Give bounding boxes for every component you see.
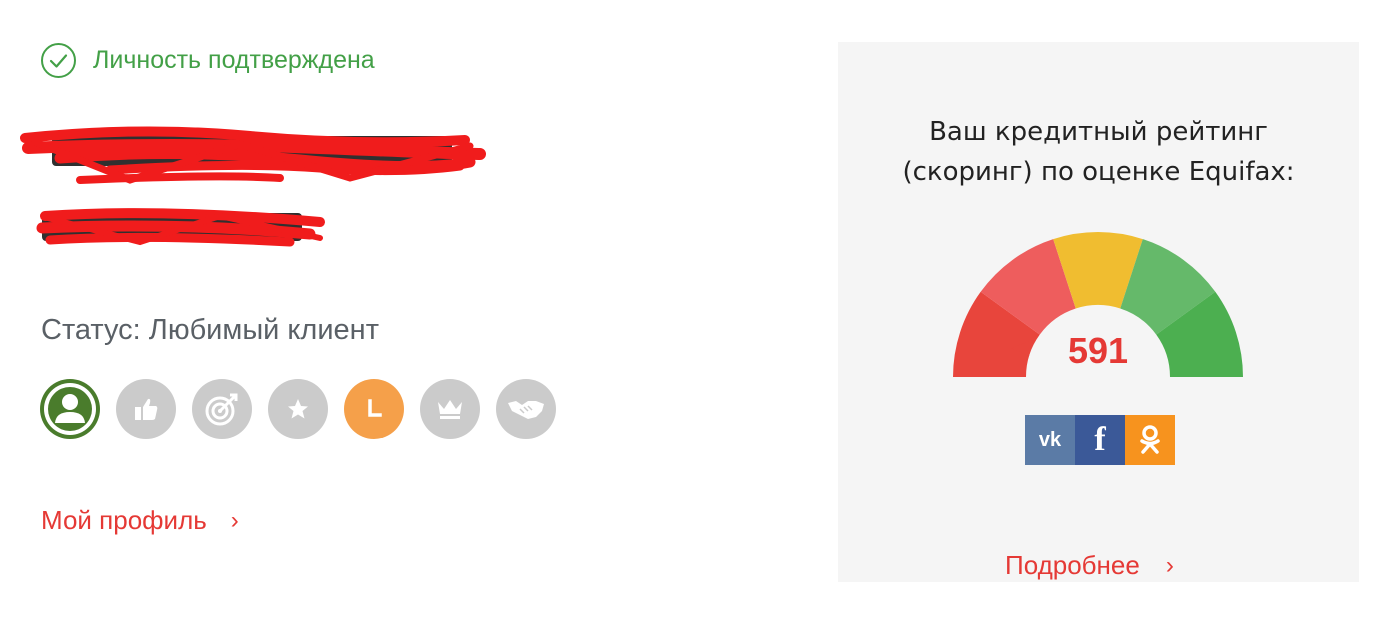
facebook-share-button[interactable]: f <box>1075 415 1125 465</box>
identity-verified: Личность подтверждена <box>40 42 375 79</box>
vk-icon: vk <box>1038 428 1062 451</box>
my-profile-label: Мой профиль <box>41 505 207 535</box>
credit-score-value: 591 <box>1067 330 1129 371</box>
clock-icon <box>368 399 382 417</box>
odnoklassniki-share-button[interactable] <box>1125 415 1175 465</box>
target-badge[interactable] <box>192 379 252 439</box>
facebook-icon: f <box>1094 421 1106 458</box>
more-details-label: Подробнее <box>1005 550 1140 580</box>
crown-icon <box>438 400 462 419</box>
clock-badge[interactable] <box>344 379 404 439</box>
redacted-user-name <box>20 118 500 258</box>
chevron-right-icon: › <box>1165 551 1174 579</box>
social-share: vk f <box>1025 415 1175 465</box>
thumbs-up-badge[interactable] <box>116 379 176 439</box>
star-icon <box>288 399 308 419</box>
target-icon <box>205 393 238 426</box>
odnoklassniki-icon <box>1140 425 1160 454</box>
thumbs-up-icon <box>135 398 158 420</box>
star-badge[interactable] <box>268 379 328 439</box>
my-profile-link[interactable]: Мой профиль › <box>41 505 239 536</box>
check-circle-icon <box>41 43 76 78</box>
rating-title: Ваш кредитный рейтинг (скоринг) по оценк… <box>838 112 1359 192</box>
handshake-badge[interactable] <box>496 379 556 439</box>
client-status: Статус: Любимый клиент <box>41 314 379 346</box>
crown-badge[interactable] <box>420 379 480 439</box>
more-details-link[interactable]: Подробнее › <box>1005 550 1174 581</box>
user-icon <box>44 383 96 435</box>
handshake-icon <box>508 401 544 419</box>
credit-rating-panel: Ваш кредитный рейтинг (скоринг) по оценк… <box>838 42 1359 582</box>
rating-title-line1: Ваш кредитный рейтинг <box>929 117 1268 147</box>
vk-share-button[interactable]: vk <box>1025 415 1075 465</box>
badge-list <box>40 379 572 439</box>
verified-label: Личность подтверждена <box>93 46 375 74</box>
rating-title-line2: (скоринг) по оценке Equifax: <box>902 157 1295 187</box>
user-badge[interactable] <box>40 379 100 439</box>
chevron-right-icon: › <box>230 506 239 534</box>
